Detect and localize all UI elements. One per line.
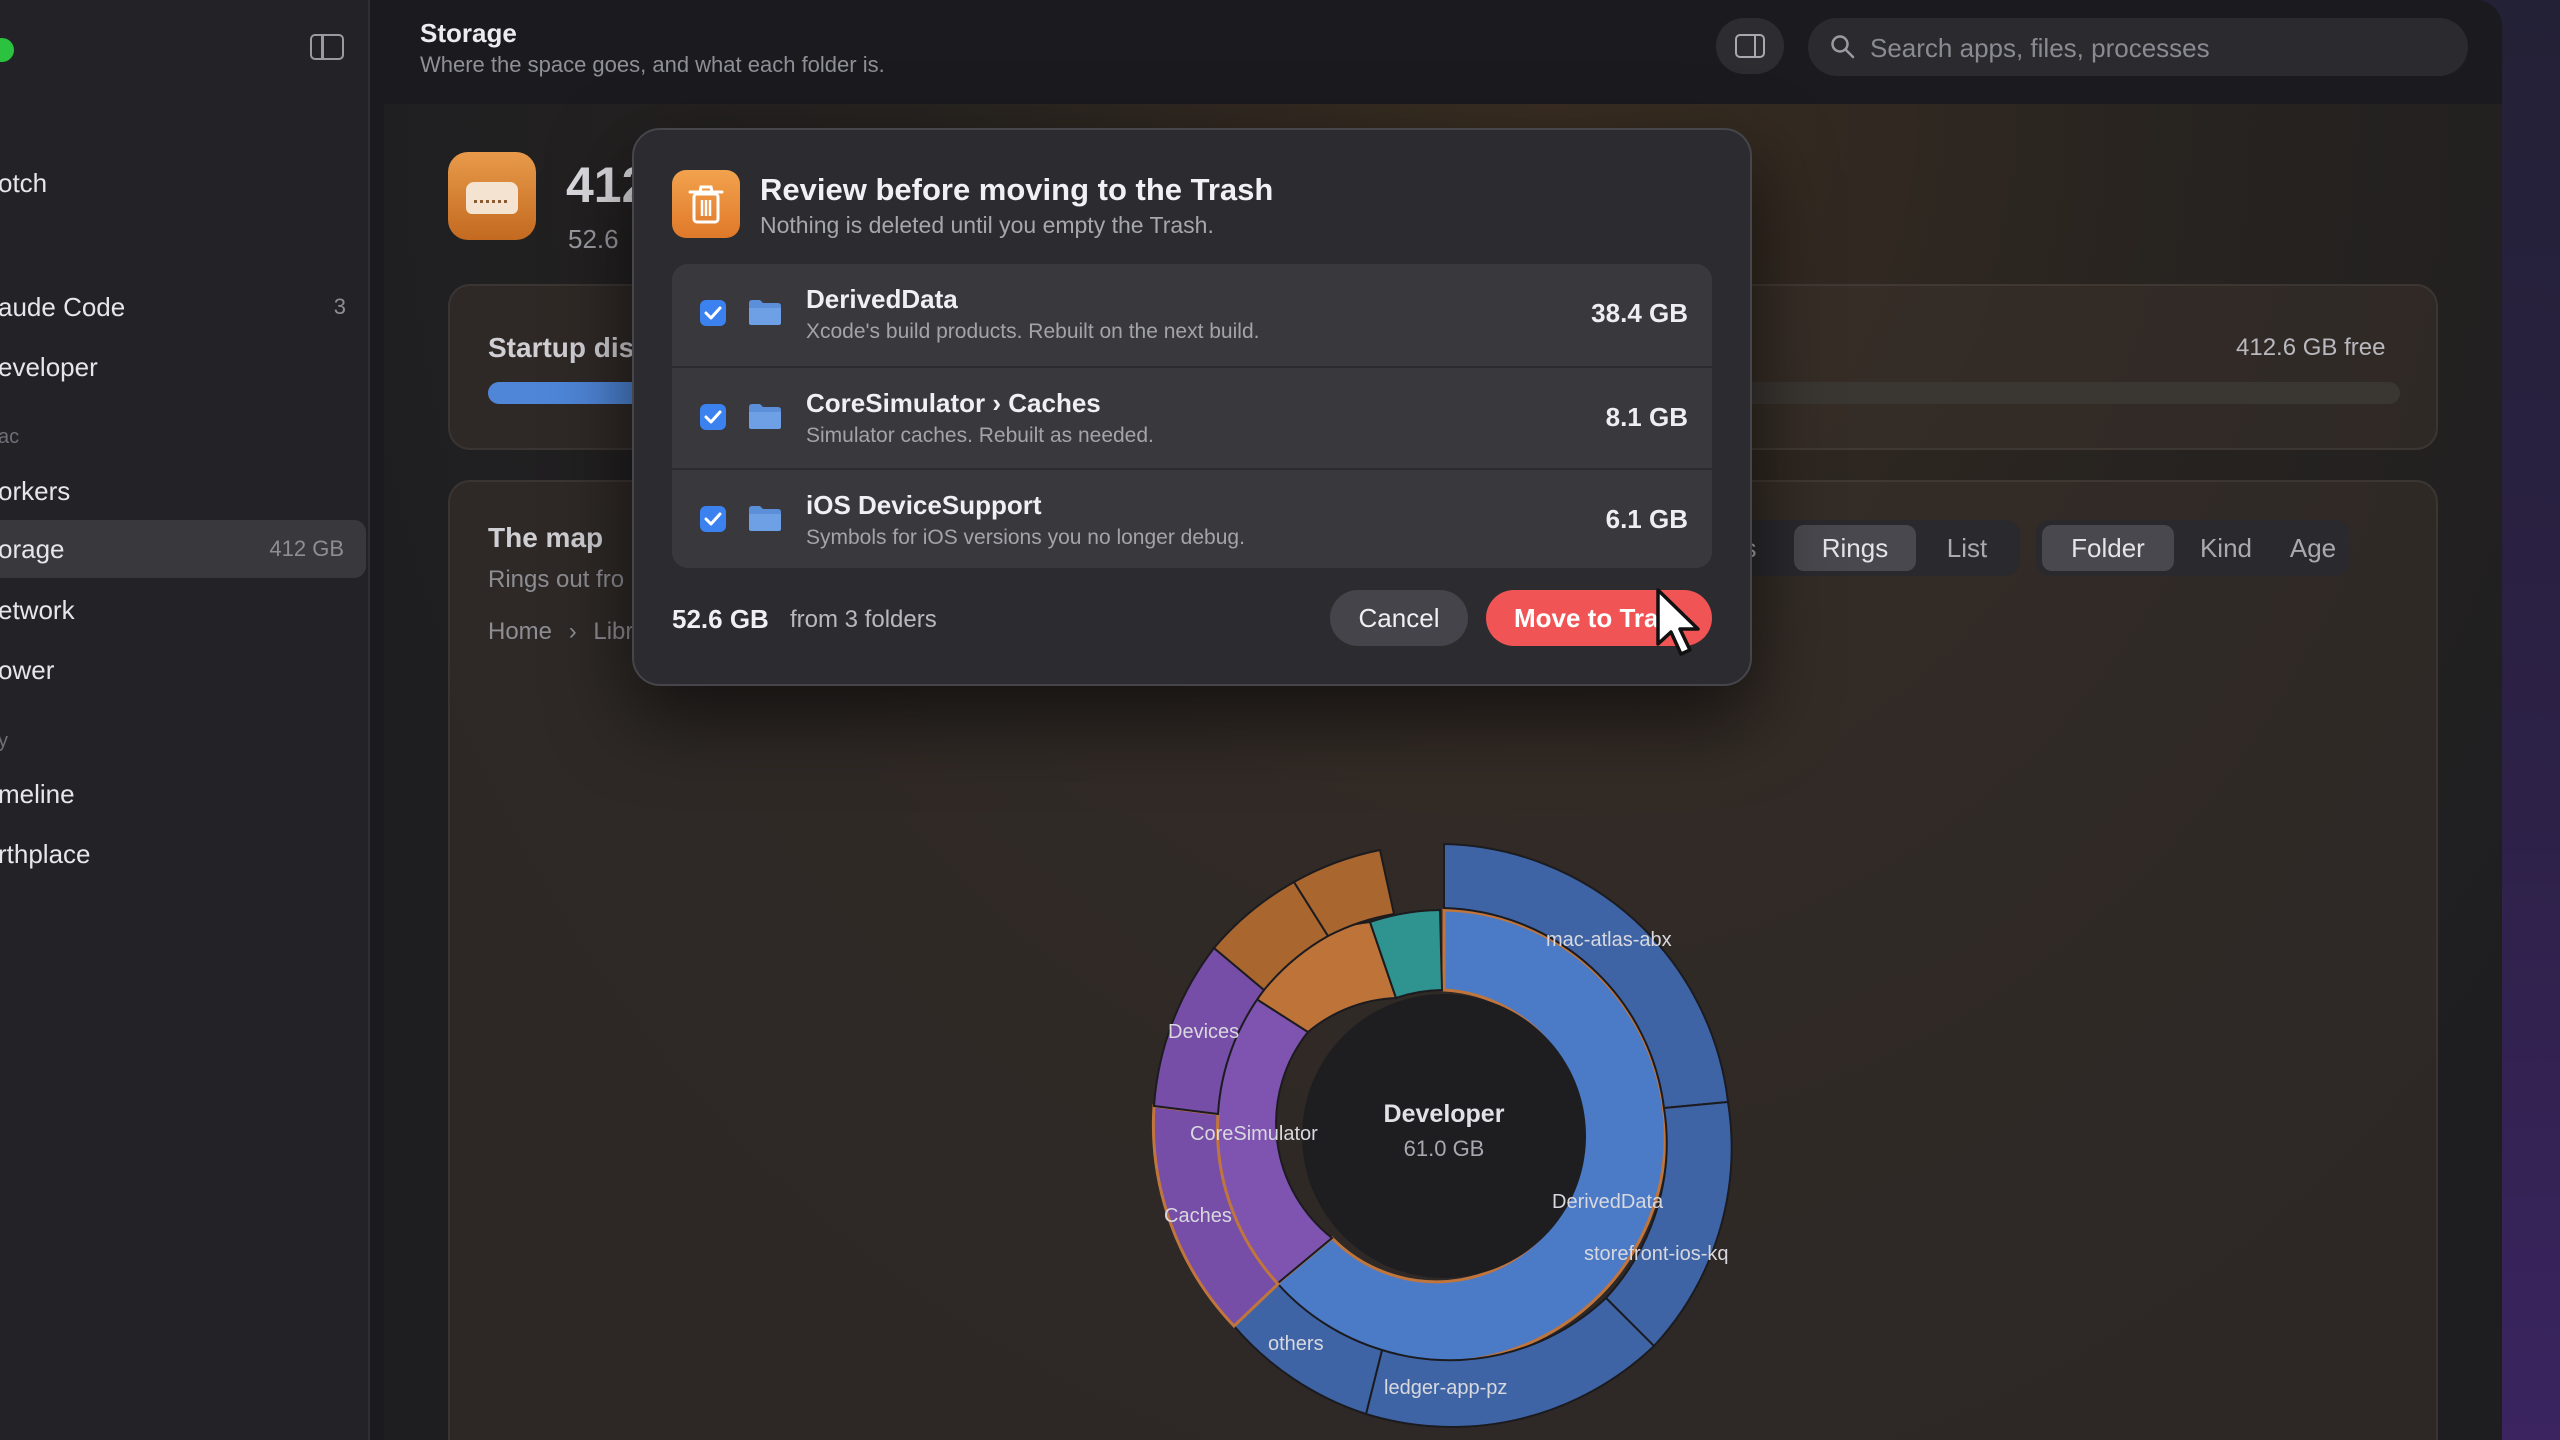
map-title: The map: [488, 522, 604, 553]
sidebar-item-workers[interactable]: orkers: [0, 462, 368, 520]
sidebar-item-label: otch: [0, 168, 48, 198]
item-description: Simulator caches. Rebuilt as needed.: [806, 424, 1154, 447]
sunburst-label: CoreSimulator: [1190, 1123, 1318, 1145]
group-mode-age[interactable]: Age: [2280, 525, 2346, 571]
sidebar-item-claude-code[interactable]: aude Code 3: [0, 278, 368, 336]
sidebar-item-developer[interactable]: eveloper: [0, 338, 368, 396]
mouse-pointer-icon: [1656, 588, 1700, 656]
sidebar-toggle-icon[interactable]: [310, 34, 344, 60]
sidebar-item-notch[interactable]: otch: [0, 154, 368, 212]
sidebar-item-count: 412 GB: [269, 536, 344, 561]
sidebar-item-label: aude Code: [0, 292, 126, 322]
item-description: Symbols for iOS versions you no longer d…: [806, 526, 1245, 549]
sidebar-item-storage[interactable]: orage 412 GB: [0, 520, 366, 578]
item-checkbox[interactable]: [700, 506, 726, 532]
breadcrumb-item[interactable]: Home: [488, 618, 552, 645]
item-description: Xcode's build products. Rebuilt on the n…: [806, 320, 1260, 343]
view-mode-list[interactable]: List: [1920, 525, 2014, 571]
sidebar-item-birthplace[interactable]: rthplace: [0, 825, 368, 883]
sheet-subtitle: Nothing is deleted until you empty the T…: [760, 212, 1214, 238]
sidebar-item-label: etwork: [0, 595, 75, 625]
trash-item-list: DerivedData Xcode's build products. Rebu…: [672, 264, 1712, 568]
sidebar-section-header: ac: [0, 426, 20, 448]
sheet-title: Review before moving to the Trash: [760, 172, 1274, 207]
folder-icon: [749, 300, 781, 325]
folder-icon: [749, 506, 781, 531]
sunburst-label: Caches: [1164, 1205, 1232, 1227]
total-size: 52.6 GB: [672, 604, 769, 634]
breadcrumb: Home › Libr: [488, 618, 643, 646]
sidebar-item-network[interactable]: etwork: [0, 581, 368, 639]
sidebar-item-power[interactable]: ower: [0, 641, 368, 699]
item-size: 8.1 GB: [1605, 402, 1688, 432]
sunburst-label: DerivedData: [1552, 1191, 1664, 1213]
inspector-toggle-button[interactable]: [1716, 18, 1784, 74]
sidebar-item-timeline[interactable]: meline: [0, 765, 368, 823]
item-name: DerivedData: [806, 284, 958, 314]
sidebar-item-count: 3: [333, 294, 346, 319]
sidebar-item-label: ower: [0, 655, 55, 685]
sunburst-label: mac-atlas-abx: [1546, 929, 1672, 951]
cancel-button[interactable]: Cancel: [1330, 590, 1468, 646]
checkmark-icon: [704, 306, 722, 320]
breadcrumb-item[interactable]: Libr: [593, 618, 633, 645]
search-field[interactable]: [1808, 18, 2468, 78]
storage-header-subtext: 52.6: [568, 224, 619, 254]
trash-item-row[interactable]: CoreSimulator › Caches Simulator caches.…: [672, 366, 1712, 470]
app-window: otch aude Code 3 eveloper ac orkers orag…: [0, 0, 2502, 1440]
map-subtitle: Rings out fro: [488, 566, 625, 593]
group-mode-segmented-control: Folder Kind Age: [2036, 520, 2350, 576]
sidebar-item-label: orage: [0, 534, 65, 564]
item-size: 6.1 GB: [1605, 504, 1688, 534]
sunburst-center-size: 61.0 GB: [1404, 1136, 1485, 1161]
group-mode-kind[interactable]: Kind: [2176, 525, 2276, 571]
sunburst-label: storefront-ios-kq: [1584, 1243, 1729, 1265]
item-size: 38.4 GB: [1591, 298, 1688, 328]
chevron-right-icon: ›: [568, 618, 577, 645]
sidebar-item-label: meline: [0, 779, 75, 809]
view-mode-rings[interactable]: Rings: [1794, 525, 1916, 571]
search-icon: [1831, 35, 1855, 59]
sunburst-center-name: Developer: [1384, 1100, 1505, 1128]
item-name: CoreSimulator › Caches: [806, 388, 1101, 418]
trash-item-row[interactable]: iOS DeviceSupport Symbols for iOS versio…: [672, 468, 1712, 568]
move-to-trash-sheet: Review before moving to the Trash Nothin…: [632, 128, 1752, 686]
sidebar-item-label: rthplace: [0, 839, 91, 869]
checkmark-icon: [704, 512, 722, 526]
startup-disk-title: Startup disl: [488, 332, 643, 363]
sidebar: otch aude Code 3 eveloper ac orkers orag…: [0, 0, 370, 1440]
free-space-label: 412.6 GB free: [2236, 334, 2386, 361]
sidebar-item-label: eveloper: [0, 352, 98, 382]
search-input[interactable]: [1868, 18, 2452, 78]
item-checkbox[interactable]: [700, 404, 726, 430]
sunburst-label: ledger-app-pz: [1384, 1377, 1507, 1399]
sidebar-item-label: orkers: [0, 476, 71, 506]
page-title: Storage: [420, 18, 517, 48]
page-subtitle: Where the space goes, and what each fold…: [420, 52, 885, 77]
trash-item-row[interactable]: DerivedData Xcode's build products. Rebu…: [672, 264, 1712, 366]
sidebar-section-header: y: [0, 730, 8, 752]
view-mode-segmented-control: s Rings List: [1740, 520, 2020, 576]
item-checkbox[interactable]: [700, 300, 726, 326]
sunburst-label: Devices: [1168, 1021, 1239, 1043]
total-folder-count: from 3 folders: [790, 606, 937, 633]
checkmark-icon: [704, 410, 722, 424]
hard-drive-icon: [448, 152, 536, 240]
folder-icon: [749, 404, 781, 429]
item-name: iOS DeviceSupport: [806, 490, 1042, 520]
sunburst-label: others: [1268, 1333, 1324, 1355]
window-zoom-button[interactable]: [0, 38, 14, 62]
group-mode-folder[interactable]: Folder: [2042, 525, 2174, 571]
sunburst-chart: Developer 61.0 GB mac-atlas-abx Devices …: [1151, 842, 1733, 1428]
trash-icon: [672, 170, 740, 238]
inspector-panel-icon: [1735, 34, 1765, 58]
